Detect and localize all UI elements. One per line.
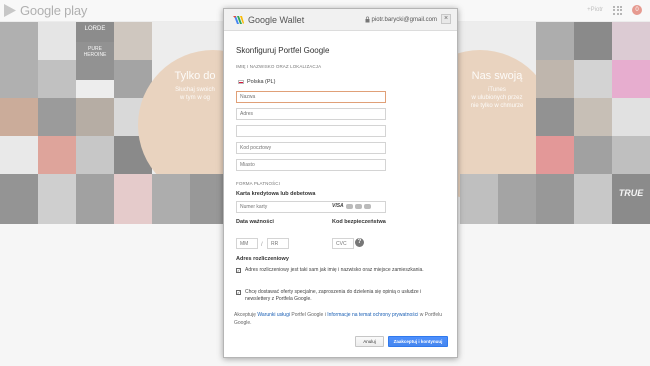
help-icon[interactable]: ?	[355, 238, 364, 247]
close-button[interactable]: ×	[441, 14, 451, 24]
poland-flag-icon	[238, 80, 244, 84]
mastercard-icon	[345, 203, 353, 209]
same-address-checkbox[interactable]: ✓	[236, 268, 241, 273]
postal-code-field[interactable]	[236, 142, 386, 154]
address-line2-field[interactable]	[236, 125, 386, 137]
city-field[interactable]	[236, 159, 386, 171]
billing-heading: Adres rozliczeniowy	[236, 256, 289, 262]
country-selector[interactable]: Polska (PL)	[238, 79, 275, 85]
expiry-year-field[interactable]	[267, 238, 289, 249]
country-label: Polska (PL)	[247, 79, 276, 85]
user-account[interactable]: piotr.barycki@gmail.com	[365, 16, 437, 23]
offers-option[interactable]: ✓ Chcę dostawać oferty specjalne, zapros…	[236, 289, 441, 303]
wallet-icon	[233, 16, 244, 24]
same-address-text: Adres rozliczeniowy jest taki sam jak im…	[245, 267, 424, 273]
privacy-notice-link[interactable]: Informacje na temat ochrony prywatności	[327, 312, 418, 318]
visa-logo: VISA	[332, 203, 344, 209]
card-label: Karta kredytowa lub debetowa	[236, 191, 316, 197]
expiry-label: Data ważności	[236, 219, 274, 225]
offers-checkbox[interactable]: ✓	[236, 290, 241, 295]
wallet-logo-text: Google Wallet	[248, 15, 305, 25]
amex-icon	[354, 203, 362, 209]
expiry-month-field[interactable]	[236, 238, 258, 249]
offers-text: Chcę dostawać oferty specjalne, zaprosze…	[245, 289, 422, 302]
accept-continue-button[interactable]: Zaakceptuj i kontynuuj	[388, 336, 448, 347]
user-email: piotr.barycki@gmail.com	[371, 16, 437, 23]
cvc-field[interactable]	[332, 238, 354, 249]
discover-icon	[363, 203, 371, 209]
card-logos: VISA	[332, 203, 371, 209]
expiry-separator: /	[261, 242, 263, 248]
address-field[interactable]	[236, 108, 386, 120]
cvc-label: Kod bezpieczeństwa	[332, 219, 386, 225]
payment-heading: FORMA PŁATNOŚCI	[236, 181, 280, 186]
cancel-button[interactable]: Anuluj	[355, 336, 384, 347]
name-field[interactable]	[236, 91, 386, 103]
wallet-dialog: Google Wallet piotr.barycki@gmail.com × …	[223, 8, 458, 358]
terms-mid: Portfel Google i	[289, 312, 328, 318]
name-location-heading: IMIĘ I NAZWISKO ORAZ LOKALIZACJA	[236, 64, 322, 69]
dialog-title: Skonfiguruj Portfel Google	[236, 46, 330, 55]
wallet-logo: Google Wallet	[233, 14, 304, 26]
terms-prefix: Akceptuję	[234, 312, 258, 318]
dialog-header: Google Wallet piotr.barycki@gmail.com ×	[224, 9, 457, 31]
terms-text: Akceptuję Warunki usługi Portfel Google …	[234, 311, 452, 327]
same-address-option[interactable]: ✓ Adres rozliczeniowy jest taki sam jak …	[236, 267, 441, 274]
lock-icon	[365, 16, 370, 23]
terms-of-service-link[interactable]: Warunki usługi	[257, 312, 290, 318]
